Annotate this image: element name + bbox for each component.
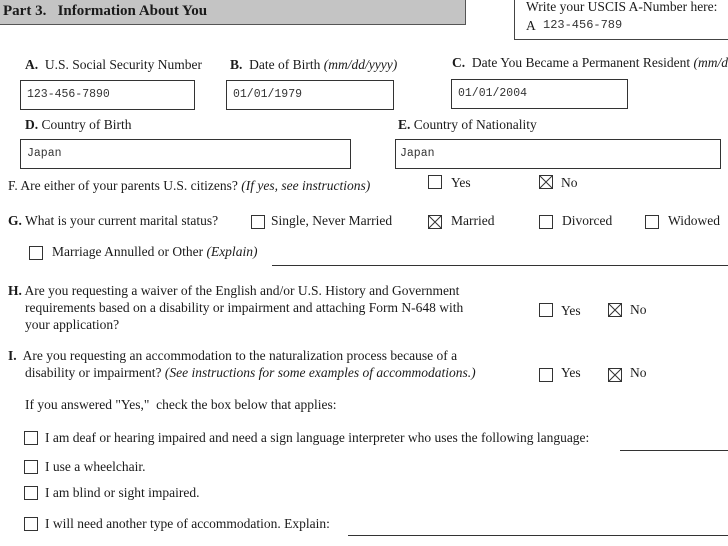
g-widowed-label: Widowed bbox=[668, 213, 720, 228]
ssn-label-text: U.S. Social Security Number bbox=[44, 57, 202, 72]
h-yes-checkbox[interactable] bbox=[539, 303, 553, 317]
i-yes-checkbox[interactable] bbox=[539, 368, 553, 382]
check-x-icon bbox=[609, 304, 621, 316]
question-i-line2: disability or impairment? bbox=[25, 365, 162, 380]
g-other-checkbox[interactable] bbox=[29, 246, 43, 260]
g-divorced-label: Divorced bbox=[562, 213, 613, 228]
pr-date-letter: C. bbox=[452, 55, 466, 70]
a-number-prefix: A bbox=[526, 18, 536, 33]
g-single-checkbox[interactable] bbox=[251, 215, 265, 229]
g-other-explain-input[interactable] bbox=[272, 265, 728, 266]
dob-letter: B. bbox=[230, 57, 243, 72]
pr-date-hint: (mm/dd/yyyy) bbox=[693, 55, 728, 70]
dob-label: B. Date of Birth (mm/dd/yyyy) bbox=[230, 57, 397, 73]
nationality-label: E. Country of Nationality bbox=[398, 117, 537, 133]
i-followup-text: If you answered "Yes," check the box bel… bbox=[25, 397, 337, 412]
birth-country-input[interactable]: Japan bbox=[20, 139, 351, 169]
g-married-label: Married bbox=[451, 213, 495, 228]
f-no-checkbox[interactable] bbox=[539, 175, 553, 189]
question-h-line2: requirements based on a disability or im… bbox=[25, 300, 464, 315]
g-single-label: Single, Never Married bbox=[271, 213, 393, 228]
birth-country-label-text: Country of Birth bbox=[41, 117, 132, 132]
ssn-label: A. U.S. Social Security Number bbox=[25, 57, 202, 73]
ssn-letter: A. bbox=[25, 57, 39, 72]
accommodation-blind-checkbox[interactable] bbox=[24, 486, 38, 500]
f-yes-checkbox[interactable] bbox=[428, 175, 442, 189]
question-g-letter: G. bbox=[8, 213, 22, 228]
question-h-line3: your application? bbox=[25, 317, 120, 332]
nationality-input[interactable]: Japan bbox=[395, 139, 721, 169]
check-x-icon bbox=[540, 176, 552, 188]
question-h-line1: Are you requesting a waiver of the Engli… bbox=[24, 283, 460, 298]
pr-date-input[interactable]: 01/01/2004 bbox=[451, 79, 628, 109]
question-h: H. Are you requesting a waiver of the En… bbox=[8, 282, 463, 333]
birth-country-letter: D. bbox=[25, 117, 39, 132]
dob-label-text: Date of Birth bbox=[249, 57, 321, 72]
a-number-input[interactable]: 123-456-789 bbox=[543, 18, 622, 32]
i-yes-label: Yes bbox=[561, 365, 581, 380]
h-no-label: No bbox=[630, 302, 647, 317]
accommodation-deaf-checkbox[interactable] bbox=[24, 431, 38, 445]
g-other-label: Marriage Annulled or Other (Explain) bbox=[52, 244, 257, 260]
question-f-text: F. Are either of your parents U.S. citiz… bbox=[8, 178, 238, 193]
i-no-checkbox[interactable] bbox=[608, 368, 622, 382]
question-f: F. Are either of your parents U.S. citiz… bbox=[8, 178, 370, 194]
sign-language-input[interactable] bbox=[620, 450, 728, 451]
g-other-hint: (Explain) bbox=[206, 244, 258, 259]
h-yes-label: Yes bbox=[561, 303, 581, 318]
accommodation-other-checkbox[interactable] bbox=[24, 517, 38, 531]
dob-input[interactable]: 01/01/1979 bbox=[226, 80, 394, 110]
part-header: Part 3. Information About You bbox=[0, 0, 466, 25]
question-h-letter: H. bbox=[8, 283, 22, 298]
part-title: Part 3. Information About You bbox=[3, 3, 208, 19]
accommodation-wheelchair-checkbox[interactable] bbox=[24, 460, 38, 474]
f-yes-label: Yes bbox=[451, 175, 471, 190]
i-no-label: No bbox=[630, 365, 647, 380]
question-f-hint: (If yes, see instructions) bbox=[241, 178, 371, 193]
accommodation-wheelchair-label: I use a wheelchair. bbox=[45, 459, 146, 474]
accommodation-deaf-label: I am deaf or hearing impaired and need a… bbox=[45, 430, 590, 445]
pr-date-label-text: Date You Became a Permanent Resident bbox=[471, 55, 691, 70]
nationality-letter: E. bbox=[398, 117, 411, 132]
h-no-checkbox[interactable] bbox=[608, 303, 622, 317]
birth-country-label: D. Country of Birth bbox=[25, 117, 132, 133]
question-i: I. Are you requesting an accommodation t… bbox=[8, 347, 476, 381]
pr-date-label: C. Date You Became a Permanent Resident … bbox=[452, 55, 728, 71]
accommodation-other-label: I will need another type of accommodatio… bbox=[45, 516, 330, 531]
nationality-label-text: Country of Nationality bbox=[413, 117, 537, 132]
dob-hint: (mm/dd/yyyy) bbox=[323, 57, 398, 72]
g-married-checkbox[interactable] bbox=[428, 215, 442, 229]
accommodation-explain-input[interactable] bbox=[348, 535, 728, 536]
f-no-label: No bbox=[561, 175, 578, 190]
question-g: G. What is your current marital status? bbox=[8, 213, 218, 229]
question-i-line1: Are you requesting an accommodation to t… bbox=[22, 348, 458, 363]
a-number-label: Write your USCIS A-Number here: bbox=[526, 0, 718, 14]
check-x-icon bbox=[609, 369, 621, 381]
g-widowed-checkbox[interactable] bbox=[645, 215, 659, 229]
question-i-hint: (See instructions for some examples of a… bbox=[164, 365, 476, 380]
ssn-input[interactable]: 123-456-7890 bbox=[20, 80, 195, 110]
check-x-icon bbox=[429, 216, 441, 228]
question-i-letter: I. bbox=[8, 348, 17, 363]
a-number-box: Write your USCIS A-Number here: A 123-45… bbox=[514, 0, 728, 40]
accommodation-blind-label: I am blind or sight impaired. bbox=[45, 485, 200, 500]
g-other-label-text: Marriage Annulled or Other bbox=[52, 244, 204, 259]
question-g-text: What is your current marital status? bbox=[25, 213, 219, 228]
g-divorced-checkbox[interactable] bbox=[539, 215, 553, 229]
